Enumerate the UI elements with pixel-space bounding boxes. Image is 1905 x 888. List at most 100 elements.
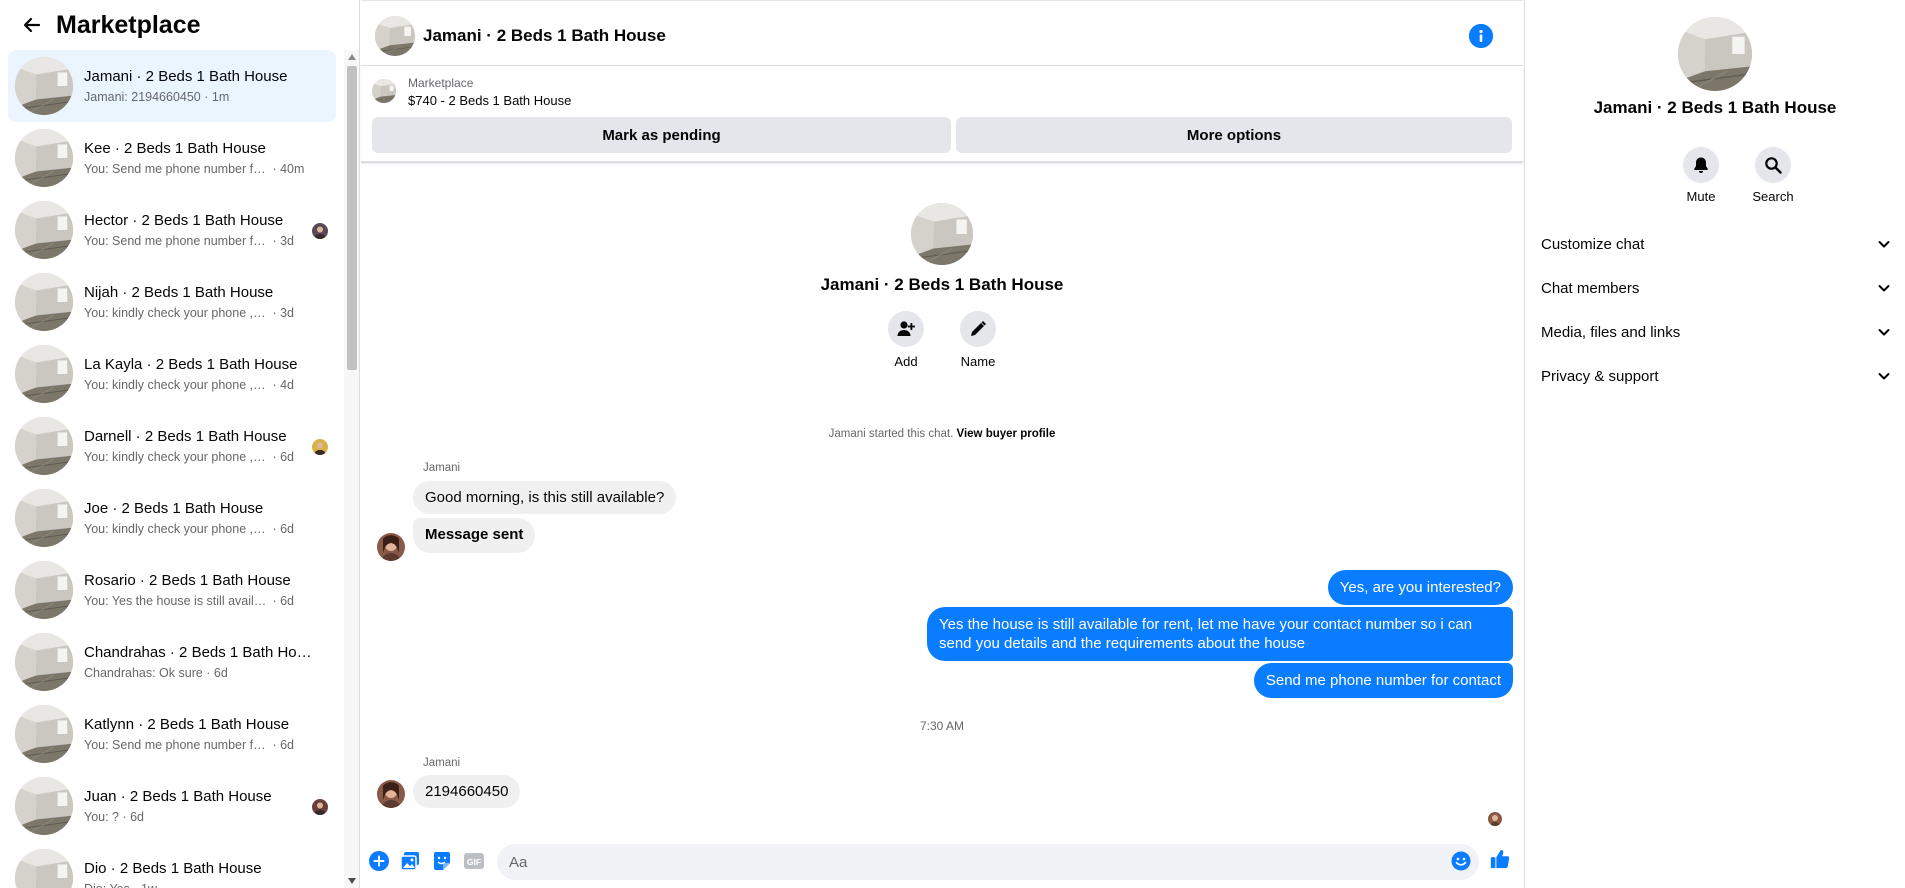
search-in-conversation-button[interactable]: Search (1748, 147, 1798, 204)
conversation-time: 4d (280, 377, 295, 392)
chat-details-panel: Jamani · 2 Beds 1 Bath House Mute Search… (1524, 0, 1905, 888)
conversation-separator: · (269, 233, 281, 248)
seen-by-avatar (312, 223, 328, 239)
message-input[interactable] (497, 844, 1479, 880)
conversation-snippet: You: kindly check your phone ,I will... … (84, 376, 314, 394)
conversation-avatar (15, 129, 73, 187)
conversation-name: Hector · 2 Beds 1 Bath House (84, 211, 284, 229)
chat-top-border (361, 0, 1523, 4)
conversation-preview: You: Send me phone number fo... (84, 233, 269, 248)
outgoing-message[interactable]: Yes, are you interested? (1327, 570, 1513, 605)
conversation-time: 1m (211, 89, 230, 104)
chat-header-title[interactable]: Jamani · 2 Beds 1 Bath House (423, 26, 666, 46)
view-buyer-profile-link[interactable]: View buyer profile (957, 428, 1056, 440)
sender-avatar[interactable] (377, 533, 405, 561)
listing-bar: Marketplace $740 - 2 Beds 1 Bath House M… (361, 67, 1523, 163)
customize-chat-section[interactable]: Customize chat (1541, 226, 1891, 262)
conversation-avatar (15, 561, 73, 619)
conversation-name: Nijah · 2 Beds 1 Bath House (84, 283, 274, 301)
conversation-item[interactable]: Dio · 2 Beds 1 Bath House Dio: Yes · 1w (8, 842, 336, 888)
conversation-item[interactable]: Katlynn · 2 Beds 1 Bath House You: Send m… (8, 698, 336, 770)
conversation-preview: Jamani: 2194660450 (84, 89, 201, 104)
conversation-separator: · (202, 665, 214, 680)
conversation-item[interactable]: Juan · 2 Beds 1 Bath House You: ? · 6d (8, 770, 336, 842)
attach-photo-button[interactable] (399, 850, 421, 872)
conversation-item[interactable]: Rosario · 2 Beds 1 Bath House You: Yes th… (8, 554, 336, 626)
sender-avatar[interactable] (377, 780, 405, 808)
conversation-text: Kee · 2 Beds 1 Bath House You: Send me ph… (84, 139, 314, 178)
back-button[interactable] (14, 7, 50, 43)
conversation-item[interactable]: Nijah · 2 Beds 1 Bath House You: kindly c… (8, 266, 336, 338)
pencil-icon (971, 321, 986, 336)
conversation-separator: · (130, 882, 141, 888)
photo-icon (400, 852, 419, 871)
arrow-left-icon (23, 17, 41, 33)
incoming-message[interactable]: 2194660450 (413, 775, 521, 808)
conversation-snippet: You: ? · 6d (84, 808, 314, 826)
conversation-separator: · (269, 521, 281, 536)
name-label: Name (960, 354, 996, 369)
incoming-message[interactable]: Good morning, is this still available? (413, 481, 677, 514)
conversation-name: Rosario · 2 Beds 1 Bath House (84, 571, 291, 589)
outgoing-message[interactable]: Yes the house is still available for ren… (927, 607, 1513, 661)
search-icon (1765, 157, 1782, 174)
edit-name-button[interactable]: Name (960, 311, 996, 369)
conversation-separator: · (269, 377, 281, 392)
chat-members-section[interactable]: Chat members (1541, 270, 1891, 306)
conversation-item[interactable]: Hector · 2 Beds 1 Bath House You: Send me… (8, 194, 336, 266)
mute-button[interactable]: Mute (1676, 147, 1726, 204)
conversation-avatar (15, 777, 73, 835)
conversation-separator: · (269, 161, 281, 176)
conversation-text: La Kayla · 2 Beds 1 Bath House You: kindl… (84, 355, 314, 394)
sticker-button[interactable] (431, 850, 453, 872)
conversation-list: Jamani · 2 Beds 1 Bath House Jamani: 2194… (0, 50, 344, 888)
like-button[interactable] (1489, 848, 1511, 870)
listing-title[interactable]: $740 - 2 Beds 1 Bath House (408, 93, 571, 108)
mute-label: Mute (1686, 189, 1716, 204)
conversation-preview: You: Send me phone number for ... (84, 161, 269, 176)
conversation-text: Darnell · 2 Beds 1 Bath House You: kindly… (84, 427, 314, 466)
conversation-item[interactable]: Chandrahas · 2 Beds 1 Bath House Chandrah… (8, 626, 336, 698)
incoming-message[interactable]: Message sent (413, 518, 536, 553)
listing-source: Marketplace (408, 76, 474, 90)
emoji-button[interactable] (1450, 850, 1472, 872)
outgoing-message[interactable]: Send me phone number for contact (1253, 663, 1513, 698)
gif-button[interactable]: GIF (463, 850, 485, 872)
mark-as-pending-button[interactable]: Mark as pending (372, 117, 951, 153)
conversation-snippet: You: Send me phone number fo... · 3d (84, 232, 314, 250)
media-files-links-section[interactable]: Media, files and links (1541, 314, 1891, 350)
privacy-support-section[interactable]: Privacy & support (1541, 358, 1891, 394)
info-button[interactable] (1469, 24, 1493, 48)
scroll-thumb[interactable] (347, 66, 357, 370)
conversation-name: Chandrahas · 2 Beds 1 Bath House (84, 643, 314, 661)
scroll-up-arrow-icon[interactable] (348, 54, 356, 60)
seen-by-avatar (312, 439, 328, 455)
conversation-item[interactable]: Joe · 2 Beds 1 Bath House You: kindly che… (8, 482, 336, 554)
chat-header: Jamani · 2 Beds 1 Bath House (361, 6, 1523, 66)
read-receipt-avatar (1488, 812, 1502, 826)
conversation-separator: · (269, 593, 281, 608)
conversation-item[interactable]: La Kayla · 2 Beds 1 Bath House You: kindl… (8, 338, 336, 410)
chevron-down-icon (1878, 329, 1890, 336)
conversation-text: Jamani · 2 Beds 1 Bath House Jamani: 2194… (84, 67, 314, 106)
svg-text:GIF: GIF (467, 857, 481, 867)
scroll-down-arrow-icon[interactable] (348, 878, 356, 884)
chat-header-avatar[interactable] (375, 16, 415, 56)
more-options-button[interactable]: More options (956, 117, 1512, 153)
bell-icon (1694, 157, 1708, 173)
listing-thumbnail[interactable] (372, 79, 396, 103)
conversation-time: 3d (280, 305, 295, 320)
conversation-item[interactable]: Kee · 2 Beds 1 Bath House You: Send me ph… (8, 122, 336, 194)
conversation-item[interactable]: Darnell · 2 Beds 1 Bath House You: kindly… (8, 410, 336, 482)
details-avatar[interactable] (1678, 17, 1752, 91)
sidebar-scrollbar[interactable] (344, 50, 359, 888)
conversation-name: Kee · 2 Beds 1 Bath House (84, 139, 266, 157)
conversation-preview: You: kindly check your phone ,I will... (84, 377, 269, 392)
conversation-item[interactable]: Jamani · 2 Beds 1 Bath House Jamani: 2194… (8, 50, 336, 122)
thumbs-up-icon (1490, 849, 1510, 869)
conversation-preview: You: Send me phone number for c... (84, 737, 269, 752)
more-actions-button[interactable] (368, 850, 390, 872)
conversation-preview: Dio: Yes (84, 880, 130, 888)
chat-panel: Jamani · 2 Beds 1 Bath House Marketplace… (361, 0, 1523, 888)
add-people-button[interactable]: Add (888, 311, 924, 369)
